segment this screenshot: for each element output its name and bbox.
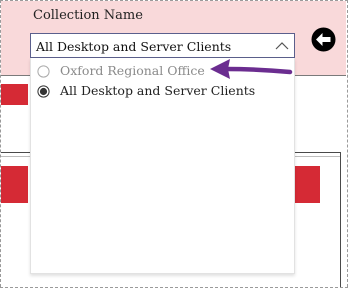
radio-selected-icon[interactable] [37, 85, 50, 98]
annotation-arrow-icon [210, 59, 293, 79]
slicer-title: Collection Name [33, 8, 143, 23]
red-bar-right-bottom [294, 166, 320, 203]
chevron-up-icon[interactable] [275, 41, 289, 51]
option-label: Oxford Regional Office [60, 63, 205, 78]
canvas-frame-bottom [0, 287, 348, 288]
back-arrow-icon[interactable] [311, 27, 336, 52]
visual-border-right [340, 152, 341, 287]
radio-unselected-icon[interactable] [37, 65, 50, 78]
dropdown-options-list: Oxford Regional Office All Desktop and S… [30, 58, 295, 274]
option-label: All Desktop and Server Clients [60, 83, 256, 98]
red-bar-left-bottom [1, 166, 28, 203]
red-bar-left-top [1, 84, 28, 105]
dropdown-selected-value: All Desktop and Server Clients [36, 39, 232, 54]
canvas-frame-right [347, 0, 348, 287]
